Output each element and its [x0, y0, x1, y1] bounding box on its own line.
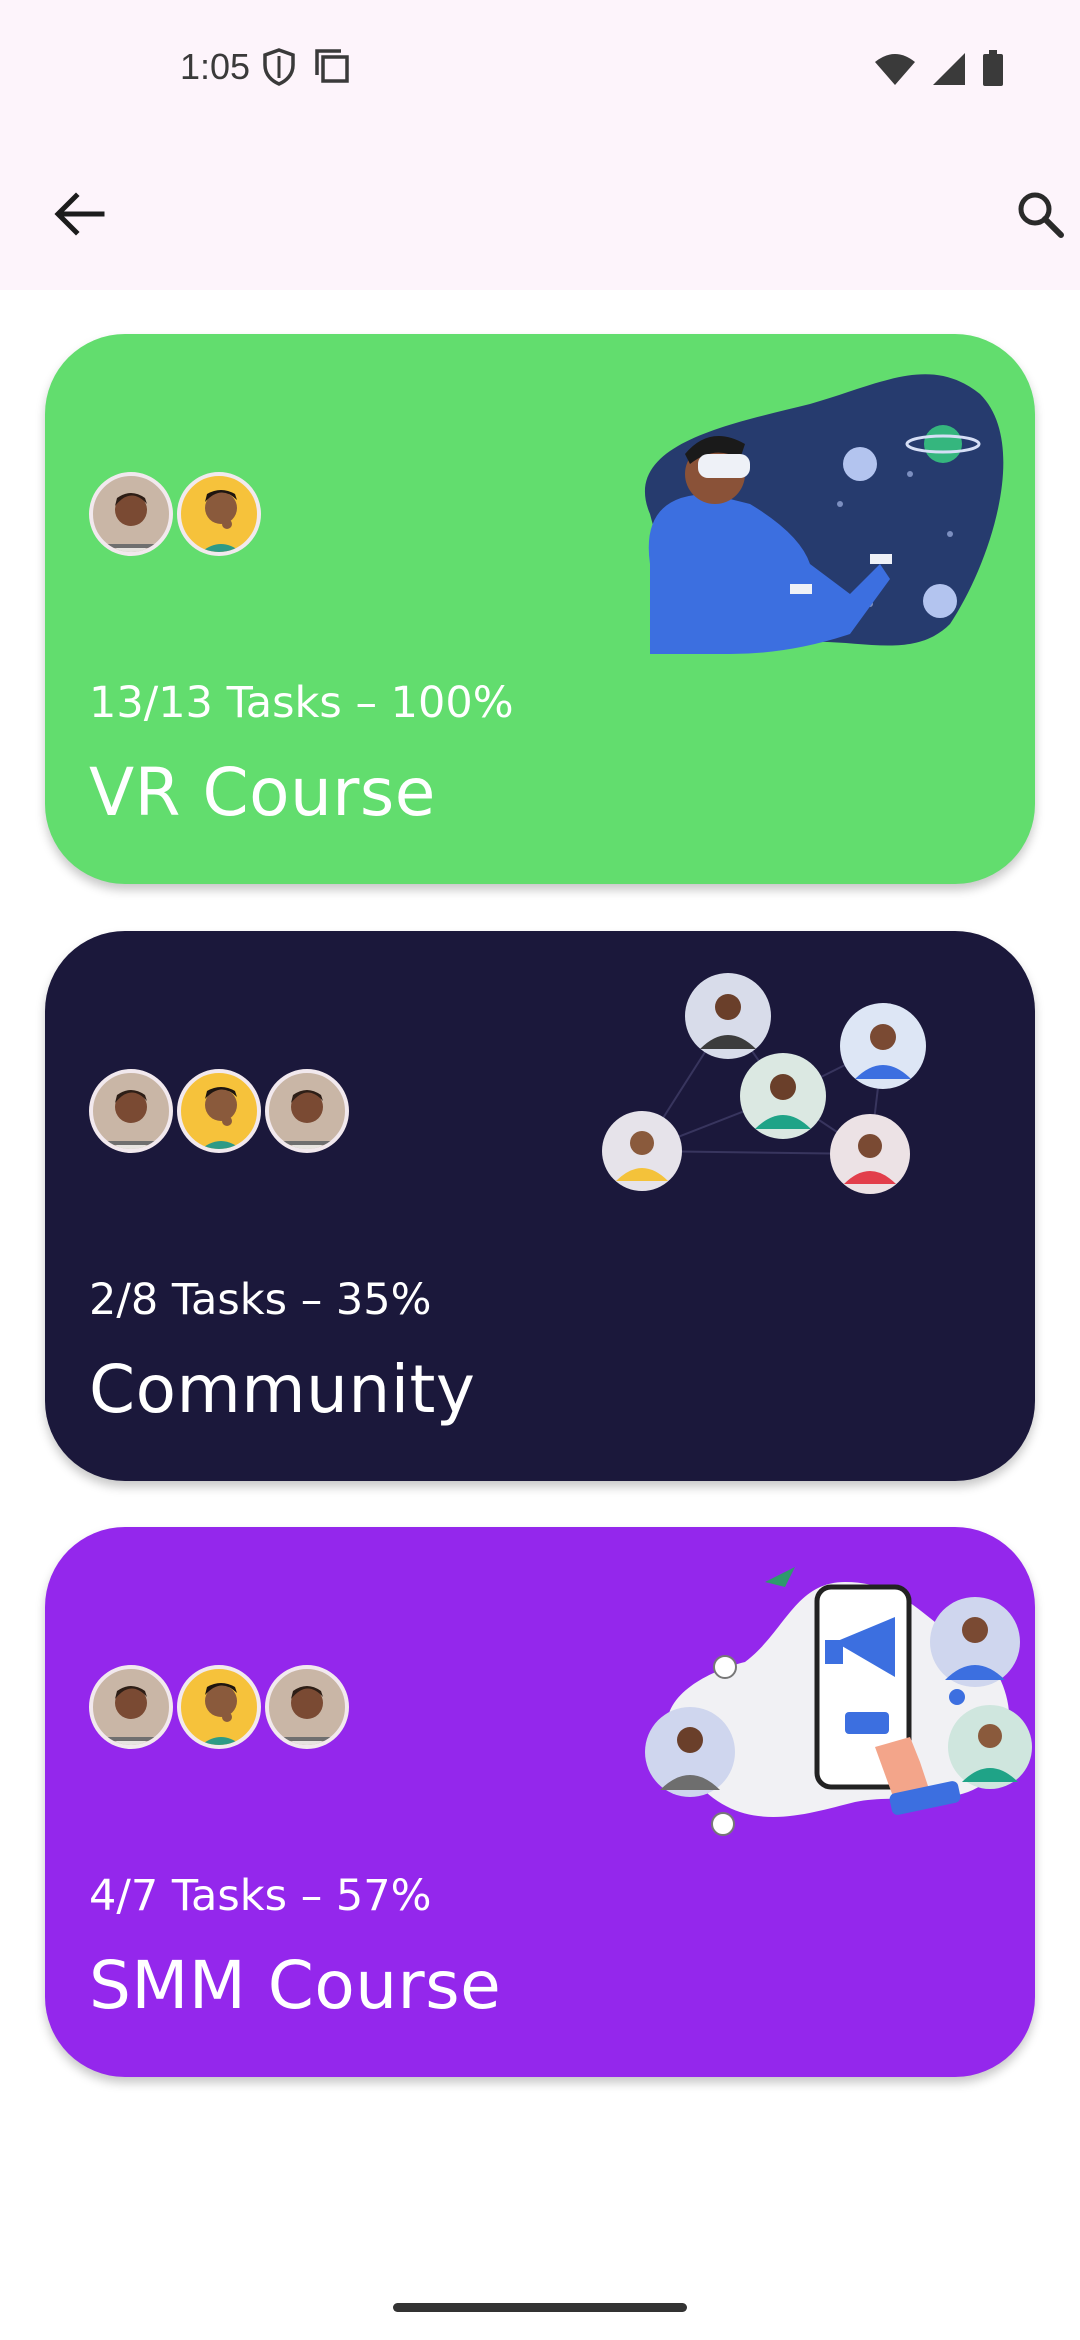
arrow-left-icon [54, 192, 106, 240]
avatar [177, 1069, 261, 1153]
course-card-community[interactable]: 2/8 Tasks – 35% Community [45, 931, 1035, 1481]
avatar [89, 1069, 173, 1153]
search-icon [1015, 189, 1065, 243]
screenshot-icon [314, 48, 350, 90]
app-bar [0, 140, 1080, 290]
course-card-smm[interactable]: 4/7 Tasks – 57% SMM Course [45, 1527, 1035, 2077]
avatar [89, 472, 173, 556]
card-avatars [89, 1665, 353, 1749]
card-title: SMM Course [89, 1947, 502, 2024]
card-avatars [89, 472, 265, 556]
card-title: Community [89, 1351, 476, 1428]
home-indicator[interactable] [393, 2303, 687, 2312]
search-button[interactable] [1000, 176, 1080, 256]
avatar [177, 472, 261, 556]
shield-icon [262, 48, 296, 90]
battery-icon [982, 50, 1004, 90]
status-time: 1:05 [180, 46, 251, 87]
avatar [89, 1665, 173, 1749]
back-button[interactable] [40, 176, 120, 256]
signal-icon [932, 52, 966, 90]
status-bar: 1:05 [0, 0, 1080, 140]
avatar [265, 1069, 349, 1153]
network-people-illustration [595, 971, 1015, 1265]
card-title: VR Course [89, 754, 436, 831]
avatar [177, 1665, 261, 1749]
card-avatars [89, 1069, 353, 1153]
avatar [265, 1665, 349, 1749]
card-progress: 4/7 Tasks – 57% [89, 1871, 432, 1921]
course-card-vr[interactable]: 13/13 Tasks – 100% VR Course [45, 334, 1035, 884]
vr-headset-illustration [610, 364, 1010, 668]
wifi-icon [874, 52, 916, 90]
marketing-phone-illustration [645, 1562, 1035, 1866]
card-progress: 13/13 Tasks – 100% [89, 678, 514, 728]
card-progress: 2/8 Tasks – 35% [89, 1275, 432, 1325]
